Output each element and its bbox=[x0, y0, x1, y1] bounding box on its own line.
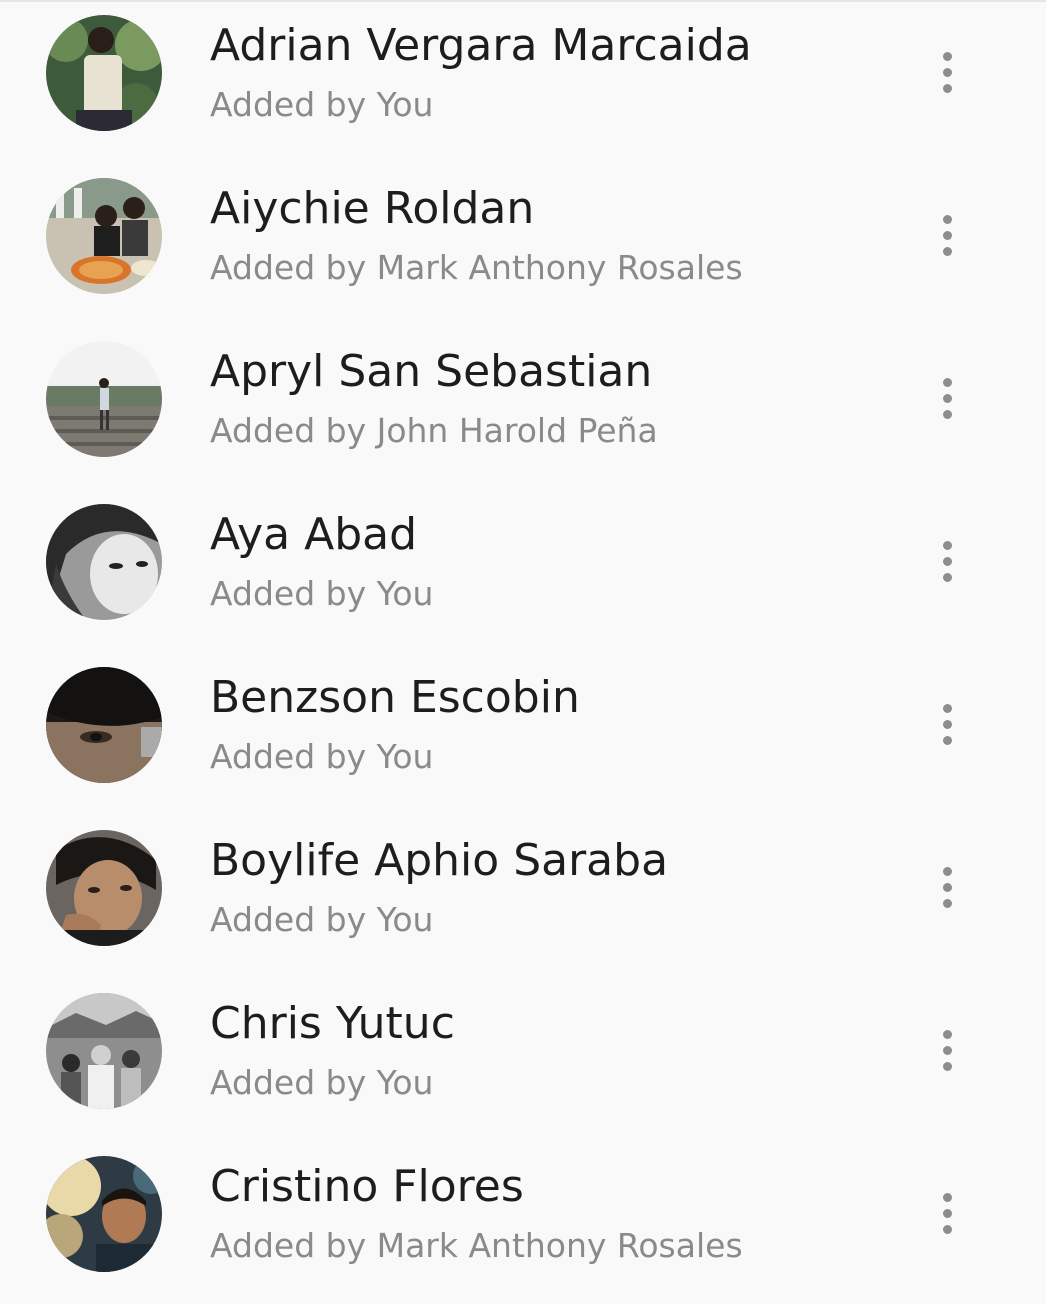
more-vertical-icon[interactable] bbox=[928, 853, 968, 917]
added-by-label: Added by Mark Anthony Rosales bbox=[210, 248, 743, 287]
member-avatar[interactable] bbox=[46, 15, 162, 131]
avatar-photo bbox=[46, 1156, 162, 1272]
member-avatar[interactable] bbox=[46, 178, 162, 294]
added-by-label: Added by You bbox=[210, 900, 434, 939]
member-avatar[interactable] bbox=[46, 993, 162, 1109]
more-vertical-icon[interactable] bbox=[928, 364, 968, 428]
avatar-photo bbox=[46, 667, 162, 783]
member-name: Adrian Vergara Marcaida bbox=[210, 20, 752, 71]
member-name: Benzson Escobin bbox=[210, 672, 580, 723]
added-by-label: Added by Mark Anthony Rosales bbox=[210, 1226, 743, 1265]
member-name: Aya Abad bbox=[210, 509, 418, 560]
member-avatar[interactable] bbox=[46, 341, 162, 457]
member-row[interactable]: Boylife Aphio Saraba Added by You bbox=[0, 815, 1046, 978]
member-avatar[interactable] bbox=[46, 504, 162, 620]
member-name: Aiychie Roldan bbox=[210, 183, 535, 234]
member-row[interactable]: Benzson Escobin Added by You bbox=[0, 652, 1046, 815]
member-list: Adrian Vergara Marcaida Added by You Aiy… bbox=[0, 0, 1046, 1280]
avatar-photo bbox=[46, 15, 162, 131]
more-vertical-icon[interactable] bbox=[928, 690, 968, 754]
more-vertical-icon[interactable] bbox=[928, 527, 968, 591]
added-by-label: Added by You bbox=[210, 85, 434, 124]
more-vertical-icon[interactable] bbox=[928, 201, 968, 265]
member-avatar[interactable] bbox=[46, 830, 162, 946]
member-name: Boylife Aphio Saraba bbox=[210, 835, 669, 886]
added-by-label: Added by You bbox=[210, 737, 434, 776]
member-avatar[interactable] bbox=[46, 667, 162, 783]
member-row[interactable]: Adrian Vergara Marcaida Added by You bbox=[0, 0, 1046, 163]
member-name: Apryl San Sebastian bbox=[210, 346, 653, 397]
member-row[interactable]: Chris Yutuc Added by You bbox=[0, 978, 1046, 1141]
member-row[interactable]: Aya Abad Added by You bbox=[0, 489, 1046, 652]
more-vertical-icon[interactable] bbox=[928, 1016, 968, 1080]
member-row[interactable]: Aiychie Roldan Added by Mark Anthony Ros… bbox=[0, 163, 1046, 326]
member-row[interactable]: Apryl San Sebastian Added by John Harold… bbox=[0, 326, 1046, 489]
member-name: Cristino Flores bbox=[210, 1161, 524, 1212]
member-name: Chris Yutuc bbox=[210, 998, 455, 1049]
avatar-photo bbox=[46, 830, 162, 946]
more-vertical-icon[interactable] bbox=[928, 38, 968, 102]
avatar-photo bbox=[46, 341, 162, 457]
more-vertical-icon[interactable] bbox=[928, 1179, 968, 1243]
avatar-photo bbox=[46, 504, 162, 620]
added-by-label: Added by You bbox=[210, 1063, 434, 1102]
added-by-label: Added by You bbox=[210, 574, 434, 613]
member-avatar[interactable] bbox=[46, 1156, 162, 1272]
avatar-photo bbox=[46, 993, 162, 1109]
avatar-photo bbox=[46, 178, 162, 294]
added-by-label: Added by John Harold Peña bbox=[210, 411, 658, 450]
